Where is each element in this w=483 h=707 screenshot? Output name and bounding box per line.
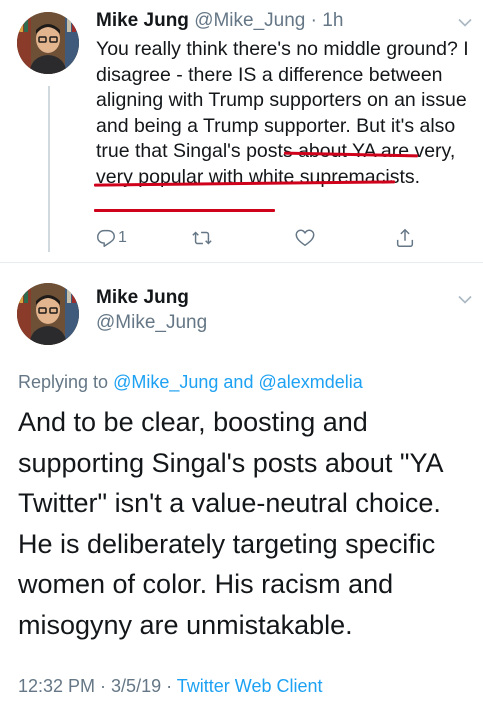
avatar[interactable] [17, 283, 79, 345]
red-underline [94, 209, 275, 212]
avatar-photo [17, 283, 79, 345]
reply-count: 1 [118, 229, 127, 246]
tweet-meta: 12:32 PM · 3/5/19 · Twitter Web Client [18, 675, 323, 697]
divider [0, 262, 483, 263]
tweet-actions: 1 [95, 227, 425, 249]
reply-button[interactable]: 1 [95, 227, 127, 249]
tweet-text: And to be clear, boosting and supporting… [18, 407, 443, 640]
thread-connector-line [48, 86, 50, 252]
replying-and: and [223, 372, 254, 392]
replying-prefix: Replying to [18, 372, 109, 392]
tweet-timestamp[interactable]: 12:32 PM · 3/5/19 · [18, 676, 172, 696]
share-button[interactable] [394, 227, 416, 249]
share-icon [396, 228, 414, 247]
author-name[interactable]: Mike Jung [96, 10, 189, 31]
avatar-photo [17, 12, 79, 74]
replying-to: Replying to @Mike_Jung and @alexmdelia [18, 371, 363, 393]
retweet-icon [192, 231, 212, 245]
tweet-header: Mike Jung @Mike_Jung · 1h [96, 10, 343, 32]
like-icon [295, 229, 315, 247]
replying-user-link[interactable]: @Mike_Jung [113, 372, 218, 392]
reply-icon [97, 229, 115, 247]
author-handle[interactable]: @Mike_Jung [96, 312, 207, 334]
tweet-text: You really think there's no middle groun… [96, 37, 474, 190]
retweet-button[interactable] [191, 227, 213, 249]
tweet-time[interactable]: 1h [322, 10, 343, 31]
reply-tweet[interactable]: Mike Jung @Mike_Jung · 1h You really thi… [0, 0, 483, 262]
like-button[interactable] [294, 227, 316, 249]
replying-user-link[interactable]: @alexmdelia [258, 372, 362, 392]
author-name[interactable]: Mike Jung [96, 287, 189, 309]
separator-dot: · [310, 10, 317, 31]
chevron-down-icon[interactable] [458, 18, 472, 32]
tweet-client-link[interactable]: Twitter Web Client [177, 676, 323, 696]
avatar[interactable] [17, 12, 79, 74]
chevron-down-icon[interactable] [458, 295, 472, 309]
author-handle[interactable]: @Mike_Jung [194, 10, 305, 31]
